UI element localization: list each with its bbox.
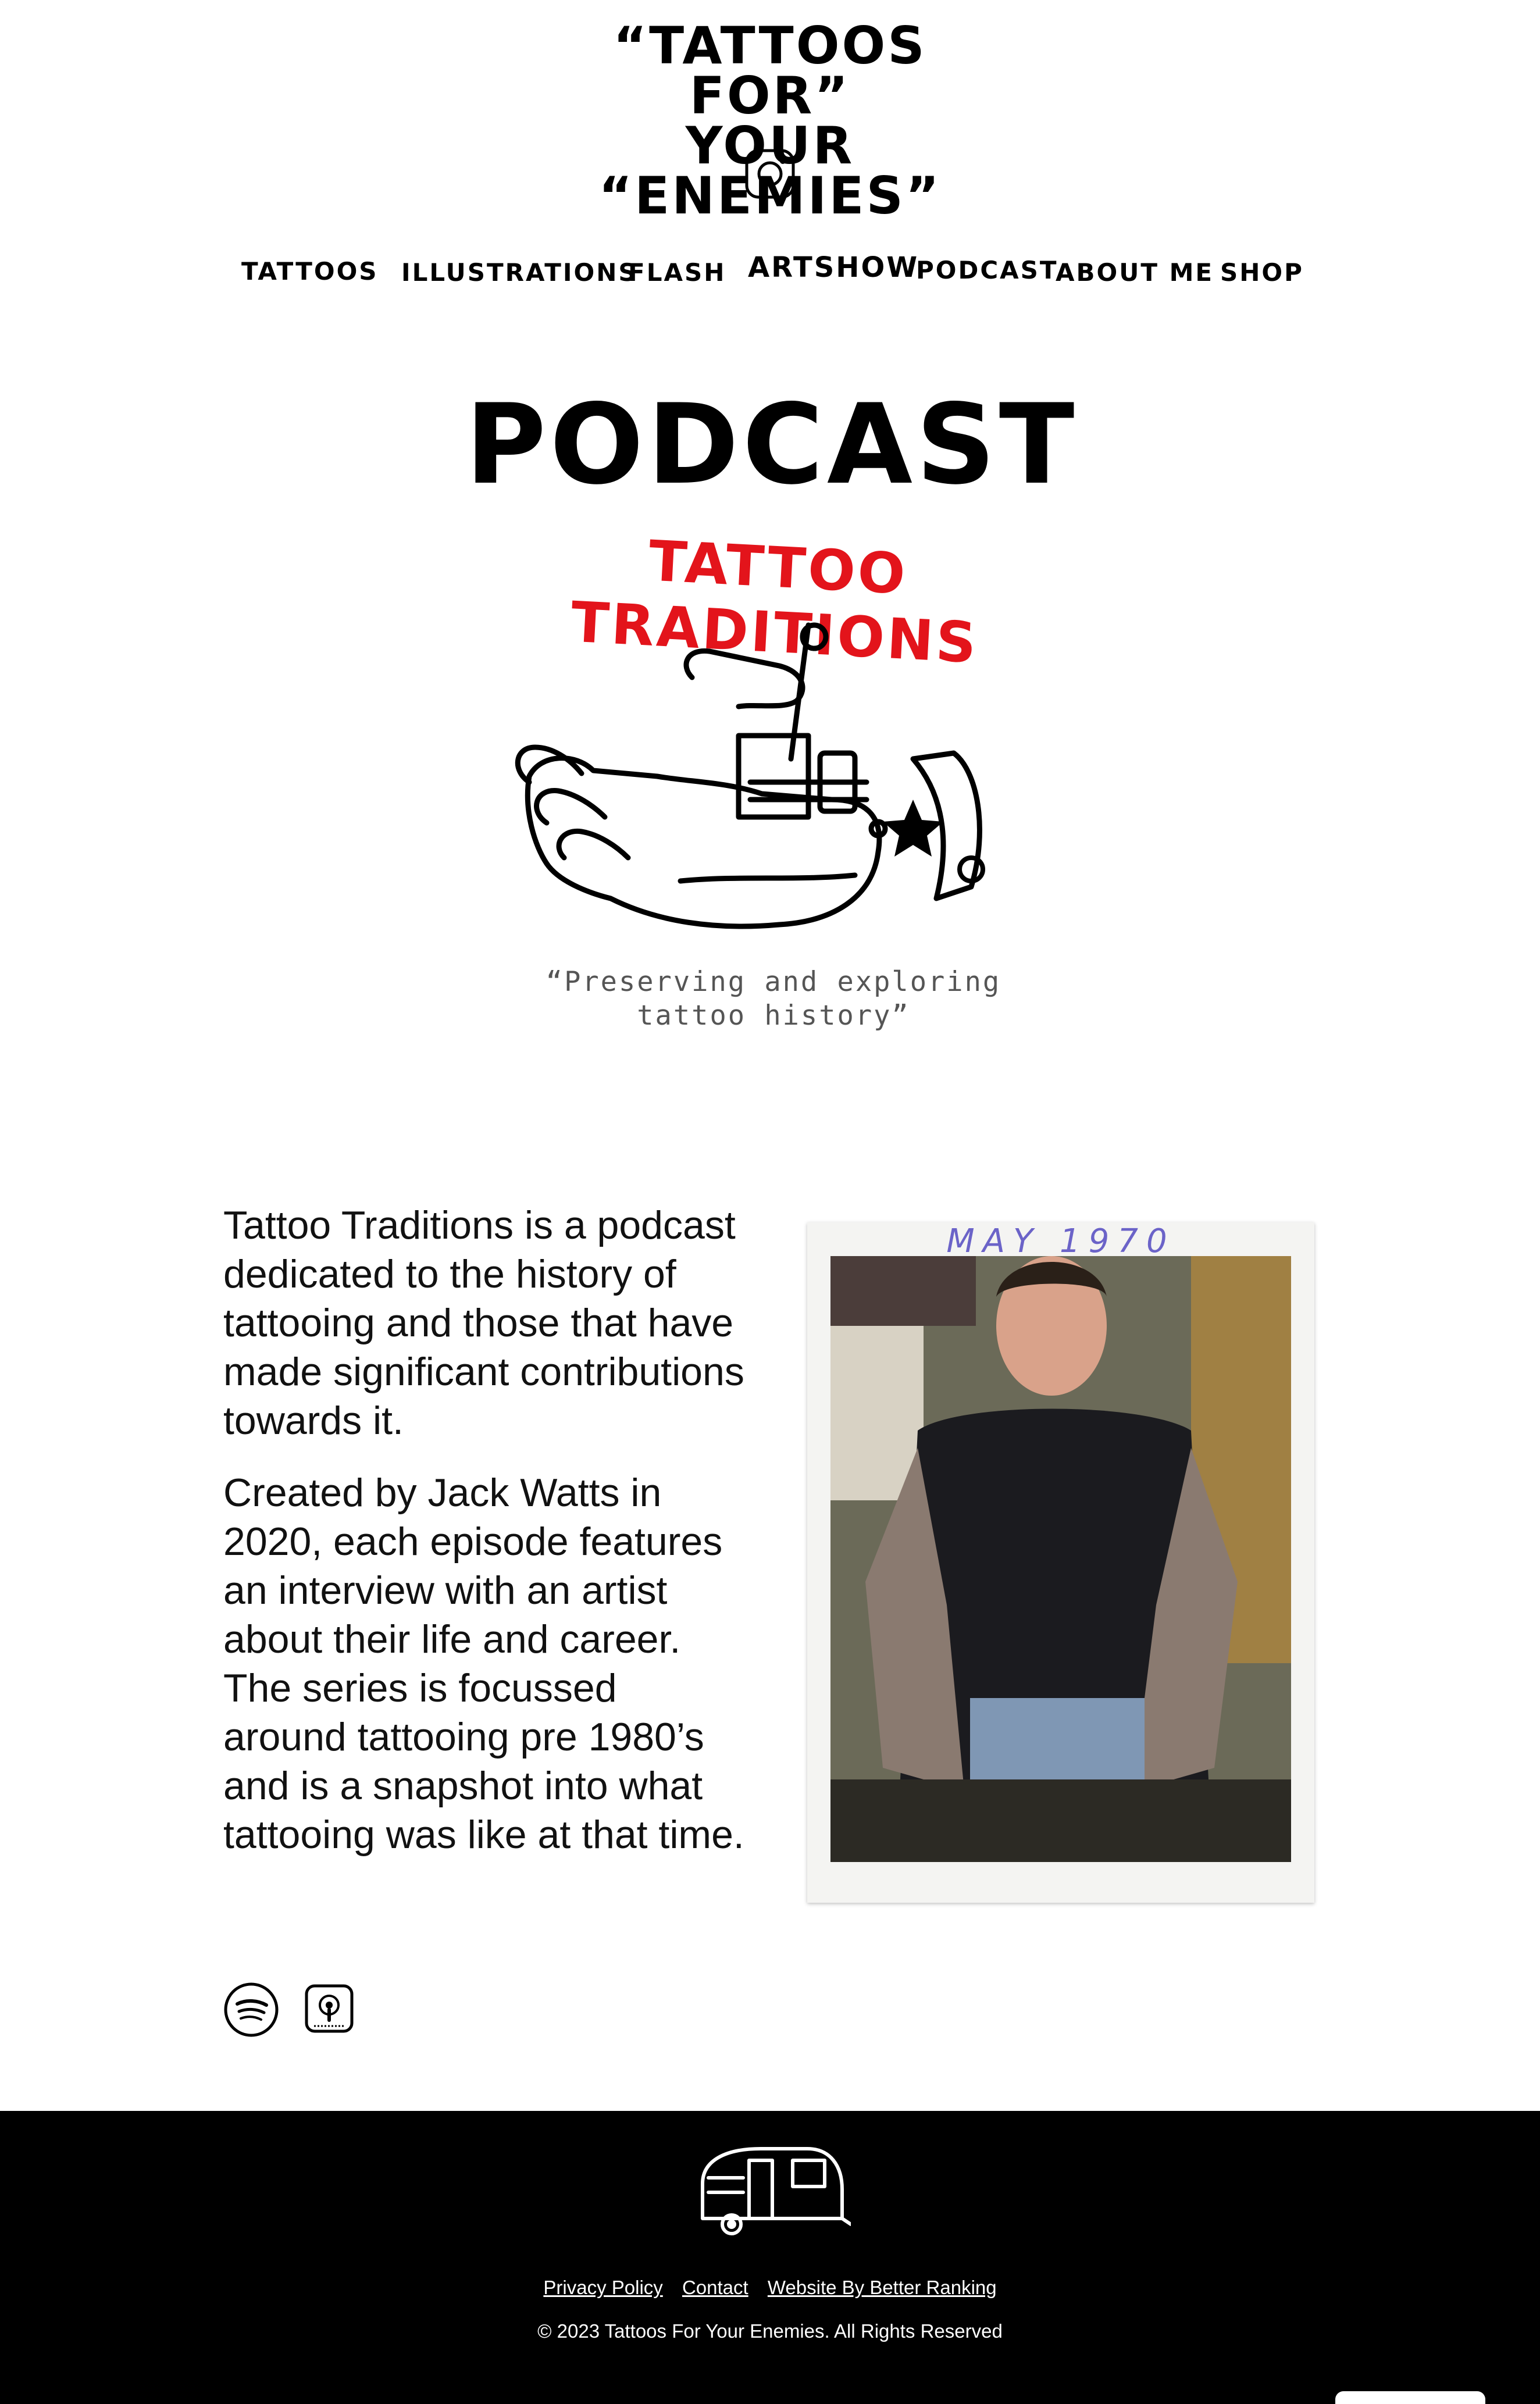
footer-links: Privacy Policy Contact Website By Better… — [0, 2277, 1540, 2299]
nav-item-illustrations[interactable]: ILLUSTRATIONS — [401, 258, 638, 287]
nav-item-artshow[interactable]: ARTSHOW — [748, 251, 919, 284]
main-nav: TATTOOS ILLUSTRATIONS FLASH ARTSHOW PODC… — [0, 250, 1540, 297]
tattoo-machine-hand-illustration — [506, 608, 1018, 933]
page-title: PODCAST — [465, 380, 1078, 509]
privacy-policy-link[interactable]: Privacy Policy — [543, 2277, 662, 2298]
tattoo-artist-photo — [830, 1256, 1291, 1862]
copyright: © 2023 Tattoos For Your Enemies. All Rig… — [537, 2320, 1003, 2342]
podcast-intro: Tattoo Traditions is a podcast dedicated… — [223, 1201, 747, 1882]
nav-item-podcast[interactable]: PODCAST — [916, 256, 1058, 284]
footer: Privacy Policy Contact Website By Better… — [0, 2111, 1540, 2404]
spotify-icon[interactable] — [223, 1982, 279, 2038]
better-ranking-link[interactable]: Website By Better Ranking — [768, 2277, 997, 2298]
intro-paragraph-1: Tattoo Traditions is a podcast dedicated… — [223, 1203, 744, 1443]
nav-item-about-me[interactable]: ABOUT ME — [1056, 258, 1214, 287]
nav-item-shop[interactable]: SHOP — [1220, 258, 1304, 287]
polaroid-caption: MAY 1970 — [946, 1222, 1175, 1260]
apple-podcasts-icon[interactable] — [305, 1984, 354, 2033]
podcast-tagline: “Preserving and exploring tattoo history… — [546, 966, 1001, 1032]
nav-item-tattoos[interactable]: TATTOOS — [241, 257, 379, 286]
instagram-icon[interactable] — [744, 148, 796, 199]
intro-paragraph-2: Created by Jack Watts in 2020, each epis… — [223, 1471, 744, 1857]
contact-link[interactable]: Contact — [682, 2277, 748, 2298]
nav-item-flash[interactable]: FLASH — [628, 258, 726, 287]
logo-line-1: “TATTOOS FOR” — [613, 16, 927, 126]
cookie-settings-tab[interactable] — [1335, 2391, 1485, 2404]
polaroid-photo: MAY 1970 — [807, 1222, 1314, 1903]
tattoo-trailer-logo[interactable] — [691, 2137, 853, 2242]
